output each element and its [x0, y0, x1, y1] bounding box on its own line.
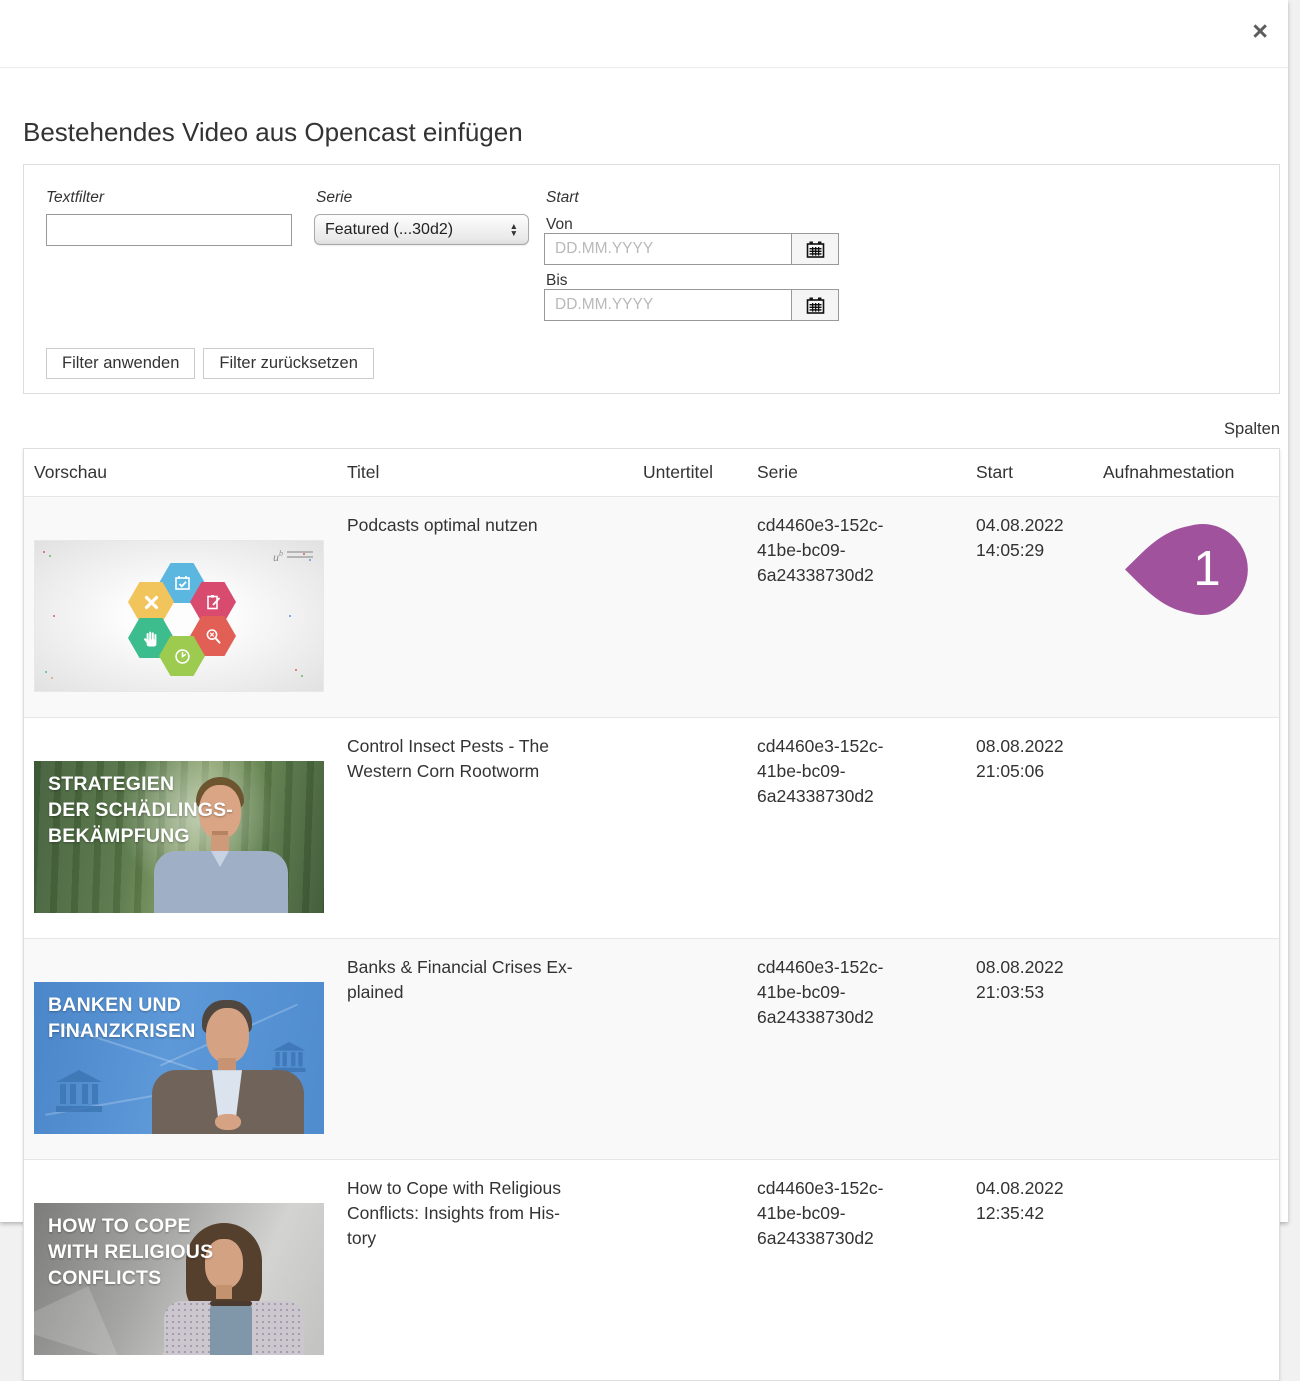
thumbnail-cell: STRATEGIEN DER SCHÄDLINGS- BEKÄMPFUNG: [24, 718, 337, 938]
filter-panel: Textfilter Serie Featured (...30d2) ▲ ▼ …: [23, 164, 1280, 394]
spalten-link[interactable]: Spalten: [1224, 420, 1280, 438]
video-thumbnail[interactable]: HOW TO COPE WITH RELIGIOUS CONFLICTS: [34, 1203, 324, 1355]
column-header-titel: Titel: [337, 462, 633, 483]
serie-select-value: Featured (...30d2): [325, 221, 510, 239]
bis-date-input[interactable]: [544, 289, 792, 321]
decorative-specks: [43, 551, 45, 553]
station-cell: [1093, 939, 1279, 1159]
clock-icon: [173, 647, 192, 666]
start-cell: 04.08.2022 14:05:29: [966, 497, 1093, 717]
subtitle-cell: [633, 939, 747, 1159]
page-title: Bestehendes Video aus Opencast einfügen: [23, 117, 1288, 148]
title-cell[interactable]: Control Insect Pests - The Western Corn …: [337, 718, 633, 938]
videos-table: Vorschau Titel Untertitel Serie Start Au…: [23, 448, 1280, 1381]
column-header-untertitel: Untertitel: [633, 462, 747, 483]
calendar-check-icon: [173, 574, 192, 593]
thumbnail-cell: BANKEN UND FINANZKRISEN: [24, 939, 337, 1159]
start-cell: 08.08.2022 21:03:53: [966, 939, 1093, 1159]
start-label: Start: [546, 189, 579, 207]
thumbnail-title-overlay: STRATEGIEN DER SCHÄDLINGS- BEKÄMPFUNG: [48, 772, 233, 850]
video-thumbnail[interactable]: STRATEGIEN DER SCHÄDLINGS- BEKÄMPFUNG: [34, 761, 324, 913]
person-top: [210, 1303, 252, 1355]
thumbnail-title-overlay: HOW TO COPE WITH RELIGIOUS CONFLICTS: [48, 1214, 213, 1292]
subtitle-cell: [633, 718, 747, 938]
title-cell[interactable]: Banks & Financial Crises Ex- plained: [337, 939, 633, 1159]
series-cell: cd4460e3-152c- 41be-bc09- 6a24338730d2: [747, 718, 966, 938]
bis-date-group: [544, 289, 839, 321]
person-hands: [215, 1114, 241, 1130]
bis-calendar-button[interactable]: [792, 289, 839, 321]
video-thumbnail[interactable]: ub: [34, 540, 324, 692]
person-face: [206, 1008, 249, 1063]
dialog-content: Bestehendes Video aus Opencast einfügen …: [0, 117, 1288, 1381]
table-row[interactable]: BANKEN UND FINANZKRISEN Banks & Financia…: [24, 938, 1279, 1159]
filter-buttons: Filter anwenden Filter zurücksetzen: [46, 348, 374, 379]
series-cell: cd4460e3-152c- 41be-bc09- 6a24338730d2: [747, 939, 966, 1159]
opencast-insert-dialog: × Bestehendes Video aus Opencast einfüge…: [0, 0, 1288, 1222]
start-cell: 04.08.2022 12:35:42: [966, 1160, 1093, 1380]
reset-filter-button[interactable]: Filter zurücksetzen: [203, 348, 373, 379]
calendar-icon: [806, 297, 825, 314]
spalten-row: Spalten: [23, 420, 1280, 439]
thumbnail-cell: HOW TO COPE WITH RELIGIOUS CONFLICTS: [24, 1160, 337, 1380]
bank-icon: [56, 1070, 102, 1112]
bank-icon: [272, 1042, 306, 1072]
von-label: Von: [546, 216, 573, 234]
subtitle-cell: [633, 497, 747, 717]
title-cell[interactable]: Podcasts optimal nutzen: [337, 497, 633, 717]
series-cell: cd4460e3-152c- 41be-bc09- 6a24338730d2: [747, 1160, 966, 1380]
table-row[interactable]: ub: [24, 496, 1279, 717]
von-date-input[interactable]: [544, 233, 792, 265]
thumbnail-cell: ub: [24, 497, 337, 717]
bis-label: Bis: [546, 272, 568, 290]
person-neck: [216, 1285, 232, 1299]
von-date-group: [544, 233, 839, 265]
serie-select[interactable]: Featured (...30d2) ▲ ▼: [314, 214, 529, 245]
title-cell[interactable]: How to Cope with Religious Conflicts: In…: [337, 1160, 633, 1380]
select-arrows-icon: ▲ ▼: [510, 223, 518, 235]
step-marker-number: 1: [1187, 541, 1227, 597]
clipboard-pen-icon: [204, 593, 223, 612]
close-icon[interactable]: ×: [1252, 18, 1268, 45]
dialog-header: ×: [0, 0, 1288, 68]
textfilter-label: Textfilter: [46, 189, 104, 207]
thumbnail-title-overlay: BANKEN UND FINANZKRISEN: [48, 993, 196, 1045]
column-header-start: Start: [966, 462, 1093, 483]
start-cell: 08.08.2022 21:05:06: [966, 718, 1093, 938]
person-necklace: [210, 1301, 252, 1306]
table-row[interactable]: HOW TO COPE WITH RELIGIOUS CONFLICTS How…: [24, 1159, 1279, 1380]
station-cell: [1093, 1160, 1279, 1380]
apply-filter-button[interactable]: Filter anwenden: [46, 348, 195, 379]
station-cell: [1093, 718, 1279, 938]
video-thumbnail[interactable]: BANKEN UND FINANZKRISEN: [34, 982, 324, 1134]
serie-label: Serie: [316, 189, 352, 207]
column-header-aufnahmestation: Aufnahmestation: [1093, 462, 1279, 483]
series-cell: cd4460e3-152c- 41be-bc09- 6a24338730d2: [747, 497, 966, 717]
von-calendar-button[interactable]: [792, 233, 839, 265]
subtitle-cell: [633, 1160, 747, 1380]
hand-icon: [142, 629, 160, 648]
table-header: Vorschau Titel Untertitel Serie Start Au…: [24, 449, 1279, 496]
column-header-serie: Serie: [747, 462, 966, 483]
textfilter-input[interactable]: [46, 214, 292, 246]
step-marker: 1: [1123, 521, 1253, 618]
university-logo: ub: [273, 548, 313, 566]
x-icon: [143, 594, 160, 611]
magnifier-icon: [204, 627, 223, 646]
calendar-icon: [806, 241, 825, 258]
column-header-vorschau: Vorschau: [24, 462, 337, 483]
table-row[interactable]: STRATEGIEN DER SCHÄDLINGS- BEKÄMPFUNG Co…: [24, 717, 1279, 938]
